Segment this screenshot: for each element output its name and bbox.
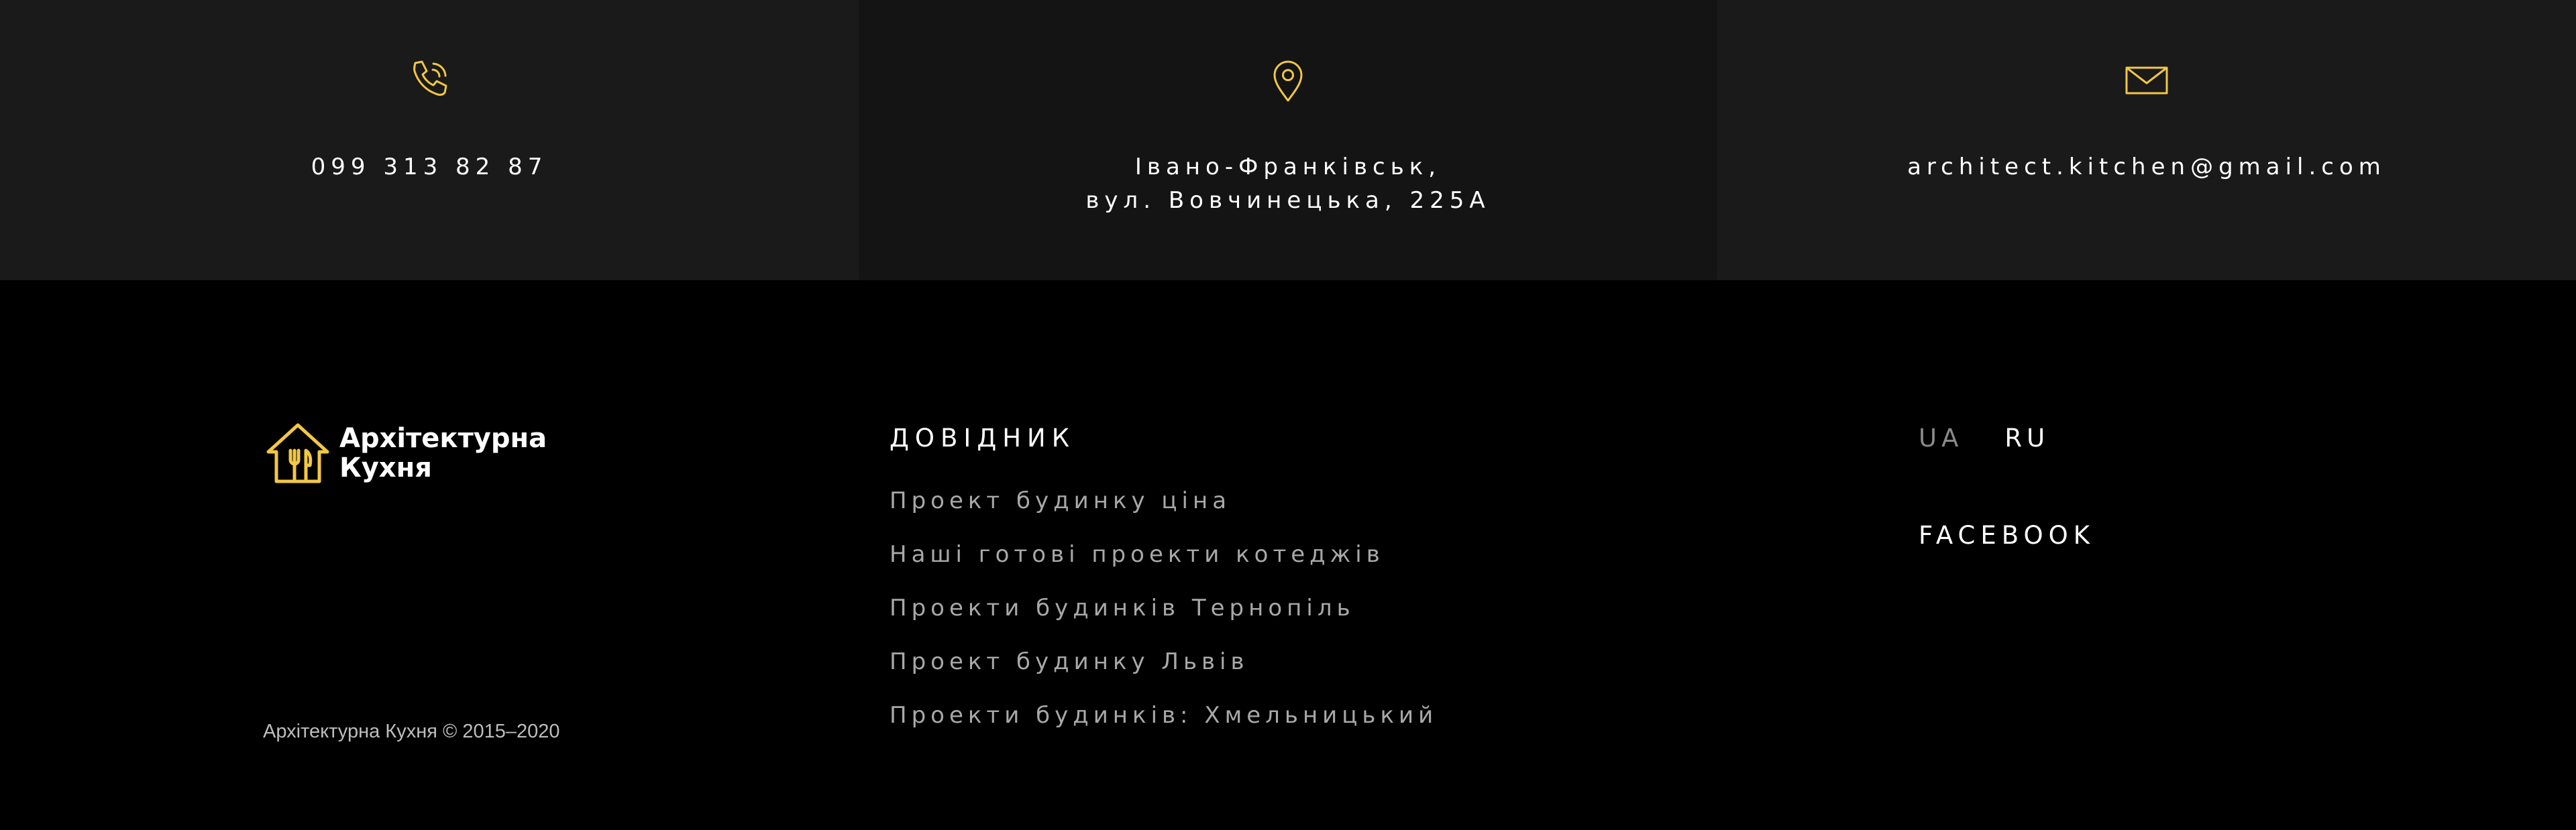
guide-heading: ДОВІДНИК <box>890 424 1075 453</box>
envelope-icon <box>2123 56 2170 103</box>
contact-phone: 099 313 82 87 <box>0 0 859 280</box>
phone-number[interactable]: 099 313 82 87 <box>0 150 859 184</box>
language-switcher: UA RU <box>1919 424 2095 453</box>
house-fork-icon <box>263 421 333 485</box>
footer-right: UA RU FACEBOOK <box>1919 424 2095 550</box>
contact-address: Івано-Франківськ, вул. Вовчинецька, 225А <box>859 0 1717 280</box>
lang-ua-link[interactable]: UA <box>1919 424 1963 453</box>
email-address[interactable]: architect.kitchen@gmail.com <box>1717 150 2576 184</box>
facebook-link[interactable]: FACEBOOK <box>1919 521 2095 550</box>
guide-section: ДОВІДНИК Проект будинку ціна Наші готові… <box>890 424 1438 756</box>
phone-icon <box>406 56 453 103</box>
guide-link[interactable]: Проект будинку ціна <box>890 487 1438 541</box>
guide-link[interactable]: Проекти будинків Тернопіль <box>890 595 1438 648</box>
logo[interactable]: Архітектурна Кухня <box>263 421 547 485</box>
logo-line-1: Архітектурна <box>339 423 547 454</box>
guide-link[interactable]: Наші готові проекти котеджів <box>890 541 1438 595</box>
address-line-1: Івано-Франківськ, <box>1134 154 1442 180</box>
lang-ru-link[interactable]: RU <box>2004 424 2049 453</box>
copyright: Архітектурна Кухня © 2015–2020 <box>263 721 560 742</box>
logo-wordmark: Архітектурна Кухня <box>339 424 547 483</box>
logo-line-2: Кухня <box>339 453 432 483</box>
guide-link[interactable]: Проект будинку Львів <box>890 648 1438 702</box>
location-pin-icon <box>1265 56 1311 103</box>
footer: Архітектурна Кухня Архітектурна Кухня © … <box>0 280 2576 830</box>
guide-link[interactable]: Проекти будинків: Хмельницький <box>890 702 1438 756</box>
address-text: Івано-Франківськ, вул. Вовчинецька, 225А <box>859 150 1717 217</box>
contact-email: architect.kitchen@gmail.com <box>1717 0 2576 280</box>
address-line-2: вул. Вовчинецька, 225А <box>1085 187 1491 214</box>
guide-links: Проект будинку ціна Наші готові проекти … <box>890 487 1438 756</box>
contacts-bar: 099 313 82 87 Івано-Франківськ, вул. Вов… <box>0 0 2576 280</box>
